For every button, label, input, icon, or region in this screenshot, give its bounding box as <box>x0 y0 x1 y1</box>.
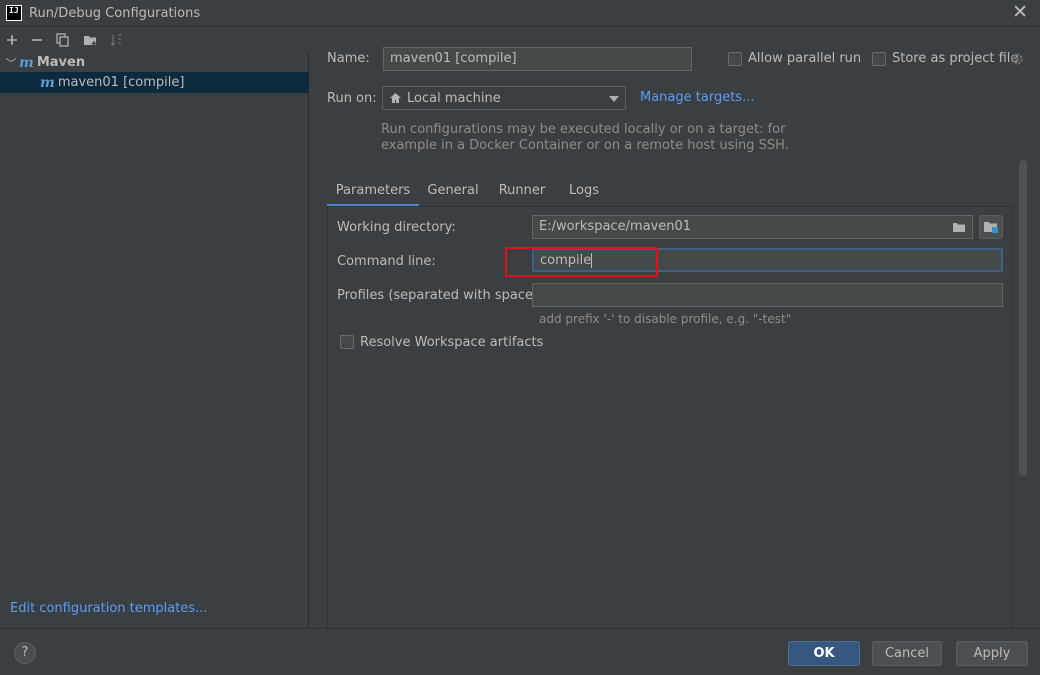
allow-parallel-run-checkbox[interactable] <box>728 52 742 66</box>
help-button[interactable]: ? <box>14 642 36 664</box>
allow-parallel-run-label: Allow parallel run <box>748 51 862 66</box>
run-on-label: Run on: <box>327 91 377 106</box>
resolve-workspace-artifacts-label: Resolve Workspace artifacts <box>360 335 544 350</box>
profiles-field[interactable] <box>532 283 1003 307</box>
store-as-project-file-label: Store as project file <box>892 51 1019 66</box>
text-cursor <box>591 253 593 268</box>
maven-icon: m <box>19 54 34 71</box>
configurations-tree-panel: ﹀ m Maven m maven01 [compile] Edit confi… <box>0 52 309 628</box>
folder-add-icon[interactable] <box>80 30 100 50</box>
ok-button[interactable]: OK <box>788 641 860 666</box>
folder-icon[interactable] <box>952 221 966 237</box>
intellij-app-icon: IJ <box>6 5 22 21</box>
dialog-button-bar: ? OK Cancel Apply <box>0 628 1040 675</box>
profiles-label: Profiles (separated with space): <box>337 288 543 303</box>
add-icon[interactable] <box>2 30 22 50</box>
working-directory-field[interactable]: E:/workspace/maven01 <box>532 215 973 239</box>
run-on-value: Local machine <box>407 90 501 106</box>
command-line-label: Command line: <box>337 254 436 269</box>
window-title: Run/Debug Configurations <box>29 6 201 21</box>
close-icon[interactable]: ✕ <box>1012 2 1028 22</box>
name-field[interactable]: maven01 [compile] <box>383 47 692 71</box>
select-module-button[interactable] <box>979 215 1003 239</box>
tree-group-label: Maven <box>36 55 86 70</box>
profiles-hint: add prefix '-' to disable profile, e.g. … <box>539 312 792 326</box>
tab-parameters[interactable]: Parameters <box>327 178 419 207</box>
maven-icon: m <box>40 74 55 91</box>
apply-button[interactable]: Apply <box>956 641 1028 666</box>
tree-item-label: maven01 [compile] <box>57 75 185 90</box>
tab-runner[interactable]: Runner <box>490 178 554 207</box>
copy-icon[interactable] <box>53 30 73 50</box>
vertical-scrollbar[interactable] <box>1019 160 1027 476</box>
manage-targets-link[interactable]: Manage targets... <box>640 90 754 105</box>
run-on-hint-line-1: Run configurations may be executed local… <box>381 122 786 137</box>
home-icon <box>390 93 401 103</box>
configurations-toolbar <box>0 28 309 52</box>
remove-icon[interactable] <box>27 30 47 50</box>
tree-item-maven01-compile[interactable]: m maven01 [compile] <box>0 72 309 93</box>
configuration-editor: Name: maven01 [compile] Allow parallel r… <box>310 28 1040 628</box>
store-as-project-file-checkbox[interactable] <box>872 52 886 66</box>
gear-icon[interactable] <box>1010 52 1024 70</box>
sort-icon[interactable] <box>106 30 126 50</box>
tree-group-maven[interactable]: ﹀ m Maven <box>0 52 309 73</box>
command-line-field[interactable]: compile <box>532 248 1003 272</box>
edit-configuration-templates-link[interactable]: Edit configuration templates... <box>10 601 208 616</box>
chevron-down-icon <box>609 96 619 102</box>
cancel-button[interactable]: Cancel <box>872 641 942 666</box>
working-directory-label: Working directory: <box>337 220 456 235</box>
parameters-tab-content: Working directory: E:/workspace/maven01 … <box>327 207 1013 628</box>
name-label: Name: <box>327 51 370 66</box>
tab-general[interactable]: General <box>422 178 484 207</box>
chevron-down-icon[interactable]: ﹀ <box>3 55 19 71</box>
command-line-value: compile <box>540 253 592 268</box>
run-on-select[interactable]: Local machine <box>382 86 626 110</box>
tab-logs[interactable]: Logs <box>560 178 608 207</box>
resolve-workspace-artifacts-checkbox[interactable] <box>340 335 354 349</box>
run-on-hint-line-2: example in a Docker Container or on a re… <box>381 138 789 153</box>
title-bar: IJ Run/Debug Configurations ✕ <box>0 0 1040 27</box>
module-folder-icon <box>984 222 998 233</box>
